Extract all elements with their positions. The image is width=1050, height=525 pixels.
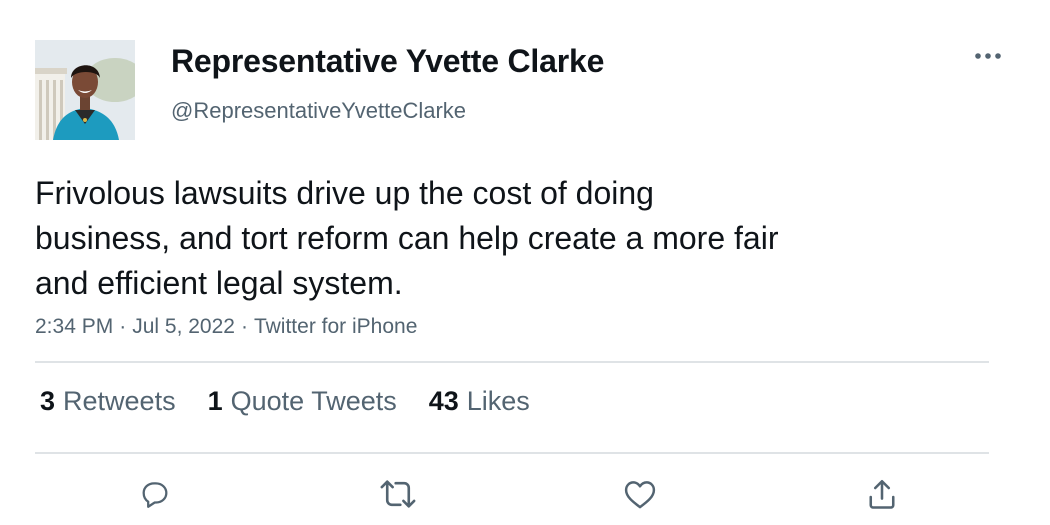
retweet-button[interactable] — [376, 474, 420, 514]
share-icon — [869, 479, 895, 509]
tweet-source[interactable]: Twitter for iPhone — [254, 315, 417, 338]
tweet-text: Frivolous lawsuits drive up the cost of … — [35, 175, 779, 301]
tweet-time[interactable]: 2:34 PM — [35, 315, 113, 338]
divider — [35, 361, 989, 363]
quote-tweets-stat[interactable]: 1 Quote Tweets — [208, 386, 397, 417]
author-handle[interactable]: @RepresentativeYvetteClarke — [171, 98, 466, 124]
likes-stat[interactable]: 43 Likes — [429, 386, 530, 417]
quote-tweets-count: 1 — [207, 386, 223, 416]
meta-separator: · — [119, 315, 127, 338]
engagement-stats: 3 Retweets 1 Quote Tweets 43 Likes — [40, 386, 530, 417]
tweet-date[interactable]: Jul 5, 2022 — [132, 315, 235, 338]
divider — [35, 452, 989, 454]
reply-button[interactable] — [133, 474, 177, 514]
tweet-metadata: 2:34 PM · Jul 5, 2022 · Twitter for iPhone — [35, 315, 417, 339]
likes-label: Likes — [466, 386, 530, 416]
more-horizontal-icon — [975, 53, 1001, 59]
quote-tweets-label: Quote Tweets — [230, 386, 397, 416]
reply-icon — [142, 482, 168, 508]
tweet-card: Representative Yvette Clarke @Representa… — [0, 0, 1050, 525]
retweets-stat[interactable]: 3 Retweets — [40, 386, 176, 417]
retweet-icon — [380, 480, 416, 508]
meta-separator: · — [240, 315, 248, 338]
retweets-label: Retweets — [63, 386, 176, 416]
like-button[interactable] — [618, 474, 662, 514]
likes-count: 43 — [428, 386, 459, 416]
heart-icon — [624, 481, 656, 509]
retweets-count: 3 — [40, 386, 56, 416]
avatar-photo — [35, 40, 135, 140]
more-options-button[interactable] — [968, 44, 1008, 68]
avatar[interactable] — [35, 40, 135, 140]
author-display-name[interactable]: Representative Yvette Clarke — [171, 43, 604, 80]
share-button[interactable] — [860, 474, 904, 514]
